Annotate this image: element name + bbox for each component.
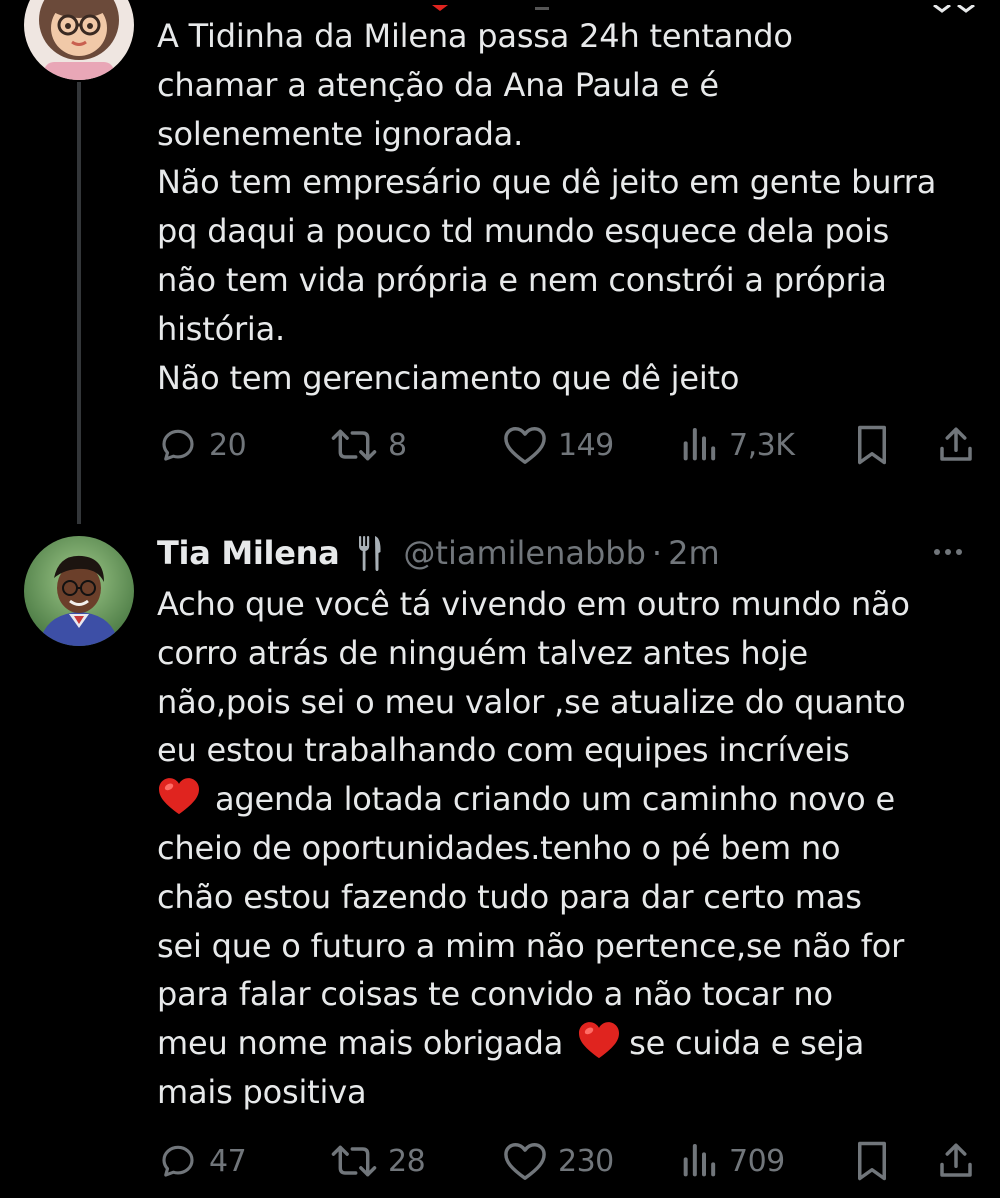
- repost-count: 28: [388, 1143, 426, 1179]
- author-handle[interactable]: @tiamilenabbb: [403, 534, 646, 572]
- tweet-2-line: eu estou trabalhando com equipes incríve…: [157, 731, 850, 770]
- author-name[interactable]: Tia Milena: [157, 534, 340, 572]
- red-heart-emoji-icon: [159, 778, 199, 815]
- tweet-2-line: sei que o futuro a mim não pertence,se n…: [157, 926, 905, 965]
- repost-button[interactable]: 8: [330, 420, 407, 470]
- avatar[interactable]: [24, 536, 134, 646]
- tweet-2-line: não,pois sei o meu valor ,se atualize do…: [157, 682, 906, 721]
- bookmark-icon: [858, 1141, 886, 1181]
- tweet-2-line-segment: agenda lotada criando um caminho novo e: [215, 780, 895, 819]
- bookmark-button[interactable]: [853, 420, 891, 470]
- tweet-1-line: solenemente ignorada.: [157, 114, 524, 153]
- heart-outline-icon: [504, 427, 546, 464]
- fork-and-knife-icon: [357, 534, 383, 572]
- heart-outline-icon: [504, 1143, 546, 1180]
- avatar[interactable]: [24, 0, 134, 80]
- reply-icon: [162, 1145, 194, 1177]
- views-count: 709: [729, 1143, 785, 1179]
- views-count: 7,3K: [729, 427, 795, 463]
- tweet-1-line: história.: [157, 309, 285, 348]
- tweet-2-line: corro atrás de ninguém talvez antes hoje: [157, 633, 809, 672]
- thread-connector-line: [77, 82, 81, 524]
- tweet-1-actions: 20 8 149 7,3K: [157, 420, 982, 470]
- reply-button[interactable]: 47: [157, 1136, 247, 1186]
- tweet-2-line: mais positiva: [157, 1072, 367, 1111]
- tweet-1-line: Não tem gerenciamento que dê jeito: [157, 358, 740, 397]
- tweet-2-line-segment: meu nome mais obrigada: [157, 1024, 564, 1063]
- repost-icon: [331, 429, 377, 461]
- repost-button[interactable]: 28: [330, 1136, 426, 1186]
- tweet-2-line-segment: se cuida e seja: [629, 1024, 865, 1063]
- views-bar-chart-icon: [683, 1144, 716, 1177]
- views-bar-chart-icon: [683, 428, 716, 461]
- views-button[interactable]: 7,3K: [679, 420, 795, 470]
- bookmark-button[interactable]: [853, 1136, 891, 1186]
- reply-icon: [162, 429, 194, 461]
- tweet-2-line: cheio de oportunidades.tenho o pé bem no: [157, 828, 841, 867]
- share-button[interactable]: [935, 420, 977, 470]
- reply-button[interactable]: 20: [157, 420, 247, 470]
- timestamp[interactable]: 2m: [668, 534, 720, 572]
- red-heart-emoji-icon: [579, 1022, 620, 1059]
- reply-count: 47: [209, 1143, 247, 1179]
- tweet-2-line: para falar coisas te convido a não tocar…: [157, 975, 833, 1014]
- tweet-1-text: A Tidinha da Milena passa 24h tentando c…: [157, 12, 987, 402]
- cut-off-top-icons: [0, 0, 1000, 13]
- like-button[interactable]: 149: [502, 420, 614, 470]
- tweet-1-line: pq daqui a pouco td mundo esquece dela p…: [157, 212, 890, 251]
- tweet-2-header: Tia Milena @tiamilenabbb · 2m: [157, 528, 987, 578]
- tweet-1-line: A Tidinha da Milena passa 24h tentando: [157, 17, 793, 55]
- views-button[interactable]: 709: [679, 1136, 785, 1186]
- tweet-2-line: meu nome mais obrigada se cuida e seja: [157, 1019, 987, 1068]
- tweet-1-line: Não tem empresário que dê jeito em gente…: [157, 163, 937, 202]
- bookmark-icon: [858, 425, 886, 465]
- tweet-1-line: chamar a atenção da Ana Paula e é: [157, 65, 719, 104]
- like-count: 230: [558, 1143, 614, 1179]
- share-icon: [940, 427, 972, 461]
- like-count: 149: [558, 427, 614, 463]
- share-button[interactable]: [935, 1136, 977, 1186]
- repost-icon: [331, 1145, 377, 1177]
- separator-dot: ·: [651, 534, 663, 572]
- more-options-icon[interactable]: [934, 532, 962, 572]
- tweet-2-line: chão estou fazendo tudo para dar certo m…: [157, 877, 862, 916]
- tweet-1-line: não tem vida própria e nem constrói a pr…: [157, 260, 887, 299]
- tweet-2-text: Acho que você tá vivendo em outro mundo …: [157, 580, 987, 1117]
- tweet-2-actions: 47 28 230 709: [157, 1136, 982, 1186]
- tweet-2-line: Acho que você tá vivendo em outro mundo …: [157, 585, 910, 623]
- reply-count: 20: [209, 427, 247, 463]
- tweet-2-line: agenda lotada criando um caminho novo e: [157, 775, 987, 824]
- share-icon: [940, 1143, 972, 1177]
- repost-count: 8: [388, 427, 407, 463]
- like-button[interactable]: 230: [502, 1136, 614, 1186]
